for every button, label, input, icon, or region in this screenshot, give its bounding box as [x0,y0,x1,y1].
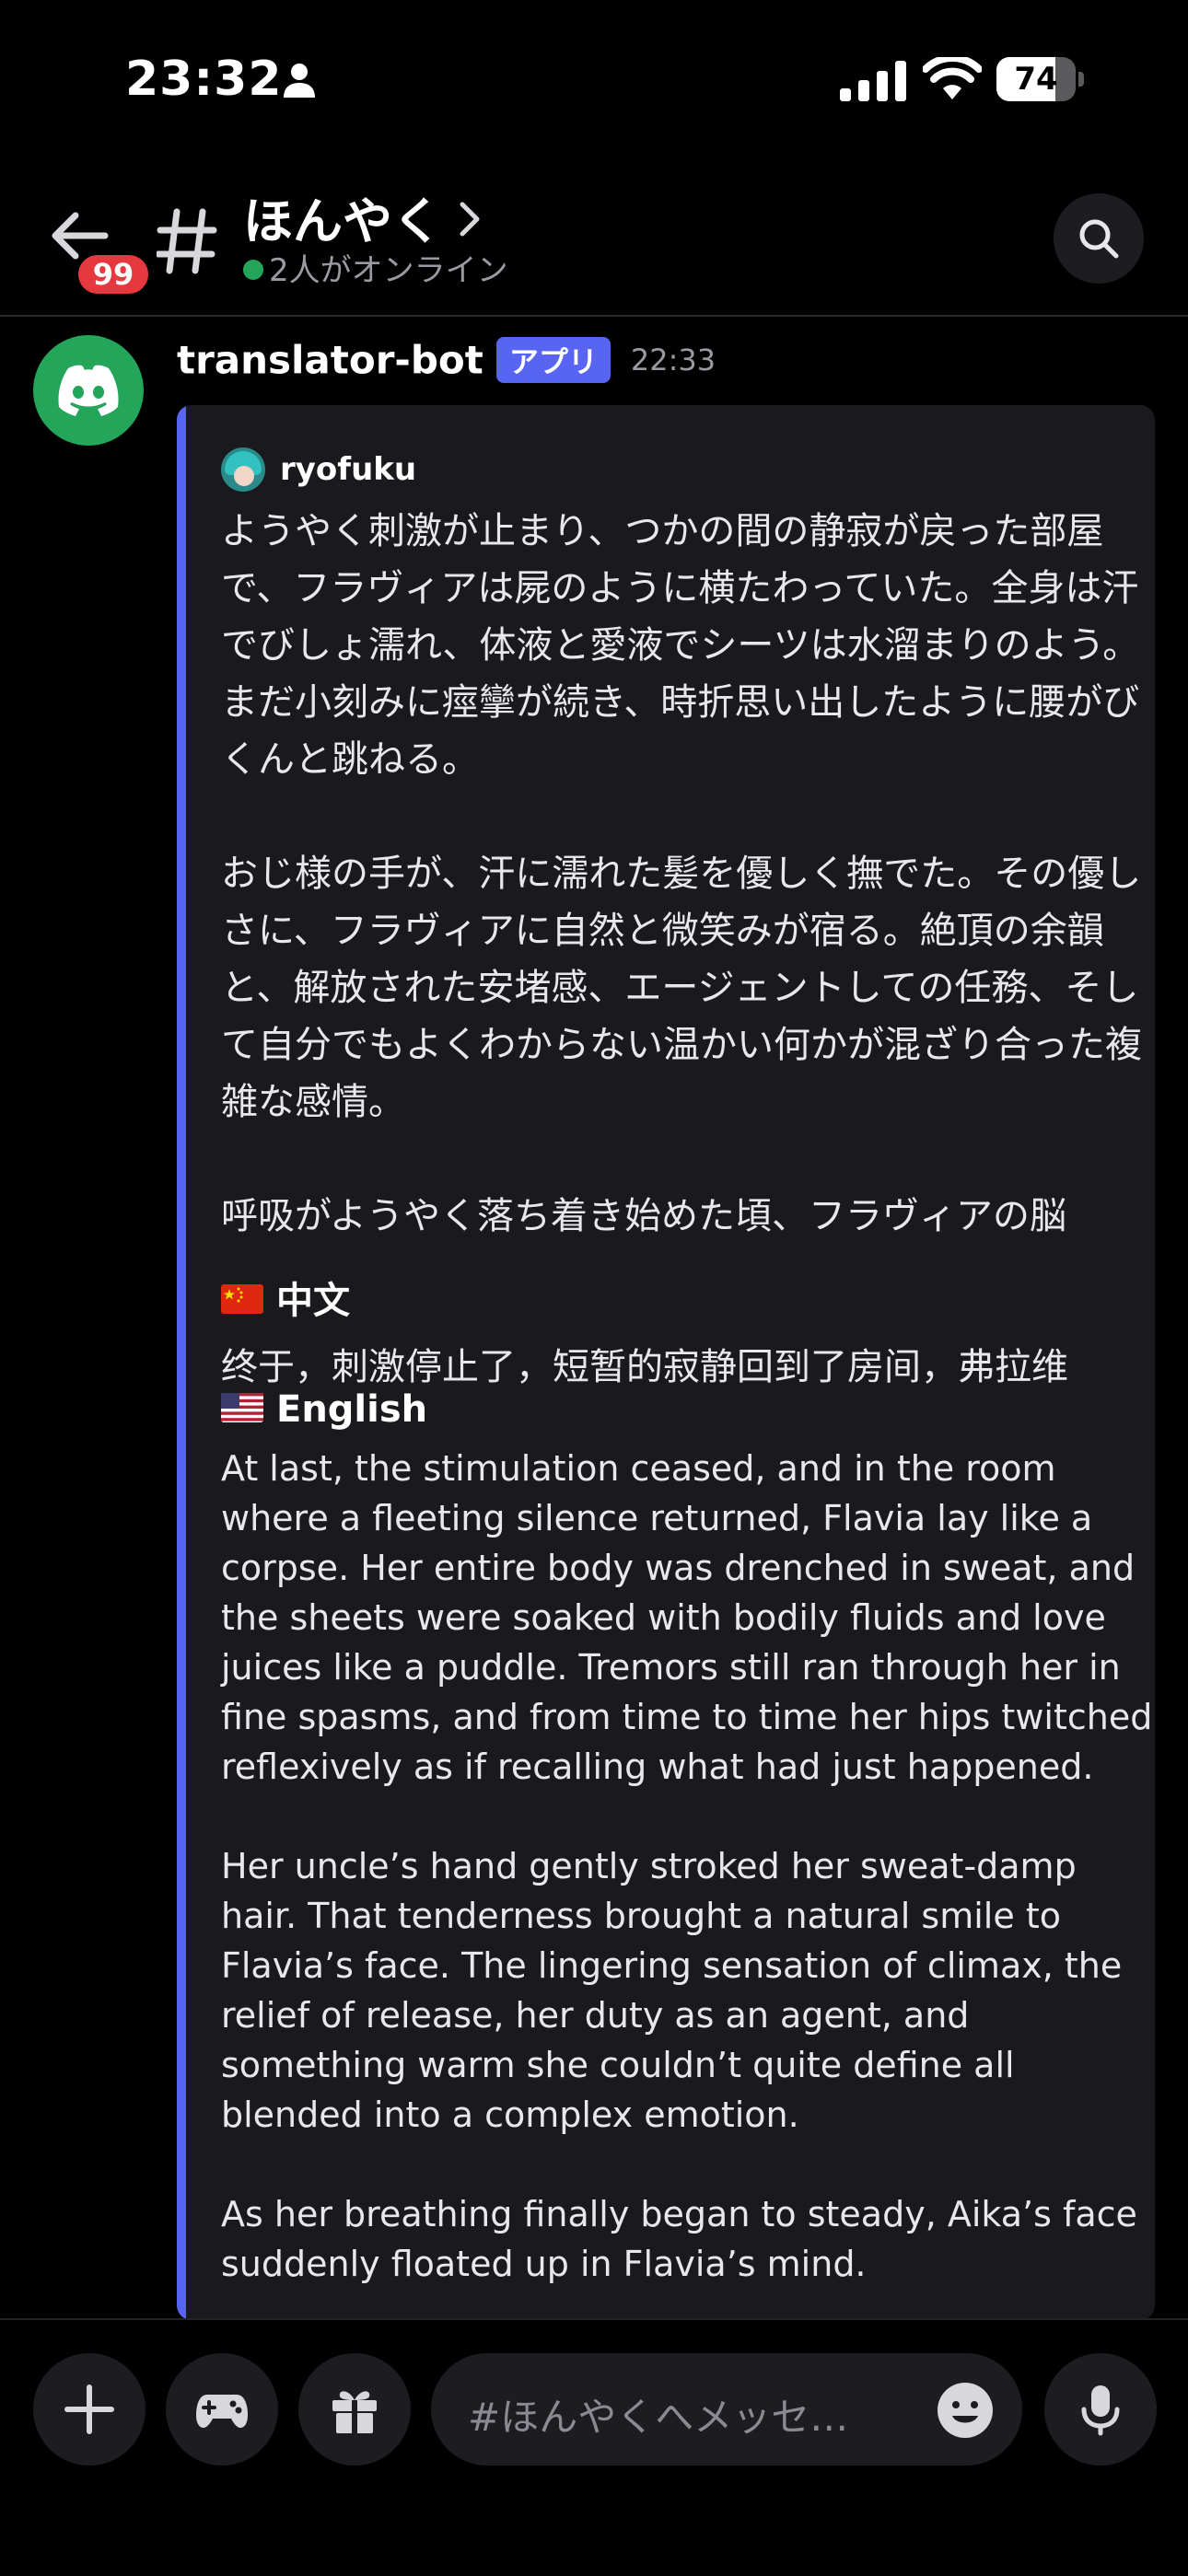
translation-embed: ryofuku ようやく刺激が止まり、つかの間の静寂が戻った部屋で、フラヴィアは… [177,405,1155,2320]
chinese-label-text: 中文 [276,1280,350,1322]
embed-author-avatar [221,447,265,492]
battery-indicator: 74 [996,57,1085,101]
games-button[interactable] [166,2353,278,2466]
status-bar: 23:32 74 [0,0,1188,157]
us-flag-icon [221,1393,263,1422]
hash-icon [157,208,217,274]
person-icon [284,64,315,98]
wifi-icon [923,57,982,99]
search-icon [1079,219,1119,259]
status-time: 23:32 [125,52,283,107]
china-flag-icon [221,1284,263,1314]
voice-button[interactable] [1044,2353,1157,2466]
embed-accent-bar [177,405,186,2320]
bot-avatar[interactable] [33,335,144,446]
embed-author[interactable]: ryofuku [221,447,416,492]
search-button[interactable] [1054,193,1144,284]
channel-title[interactable]: ほんやく [243,180,442,253]
online-count: 2人がオンライン [269,252,508,289]
online-status: 2人がオンライン [243,245,508,290]
chevron-right-icon[interactable] [457,199,483,239]
english-text: At last, the stimulation ceased, and in … [221,1448,1153,2284]
chinese-label: 中文 [221,1271,350,1324]
chinese-text: 终于，刺激停止了，短暂的寂静回到了房间，弗拉维 [221,1346,1068,1388]
embed-author-name: ryofuku [280,451,417,488]
plus-icon [64,2385,114,2434]
message-input-placeholder: #ほんやくへメッセ… [468,2395,849,2440]
add-button[interactable] [33,2353,146,2466]
original-text: ようやく刺激が止まり、つかの間の静寂が戻った部屋で、フラヴィアは屍のように横たわ… [221,510,1142,1237]
message-timestamp: 22:33 [630,342,716,377]
microphone-icon [1081,2385,1120,2436]
cellular-signal-icon [840,61,906,101]
message-header: translator-bot アプリ 22:33 [177,337,716,392]
message-input[interactable]: #ほんやくへメッセ… [431,2353,1022,2466]
unread-badge: 99 [74,250,153,298]
composer-bar: #ほんやくへメッセ… [0,2318,1188,2576]
battery-level-text: 74 [1014,61,1058,98]
emoji-icon[interactable] [936,2381,995,2440]
app-tag: アプリ [495,337,611,383]
gift-button[interactable] [298,2353,411,2466]
message-author[interactable]: translator-bot [177,338,483,383]
discord-logo-icon [58,365,119,416]
gamepad-icon [196,2395,248,2428]
english-label: English [221,1388,427,1431]
gift-icon [332,2391,377,2433]
channel-header: 99 ほんやく 2人がオンライン [0,157,1188,317]
english-label-text: English [276,1388,428,1431]
online-dot [243,259,263,280]
